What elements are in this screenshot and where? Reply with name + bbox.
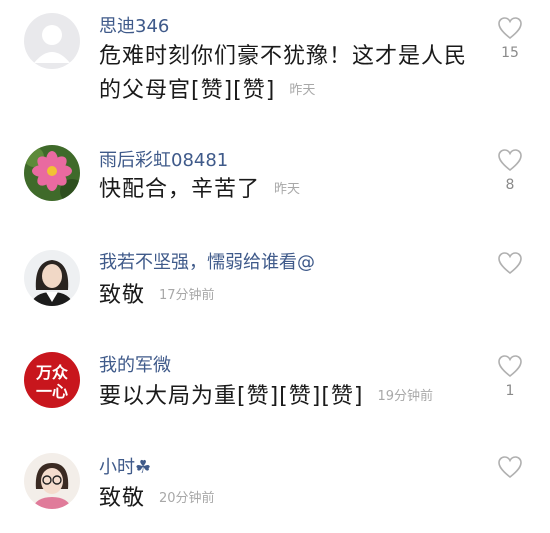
comment-item: 万众 一心 我的军微 要以大局为重[赞][赞][赞] 19分钟前 1 xyxy=(0,344,550,444)
woman-portrait-avatar-icon[interactable] xyxy=(24,250,80,306)
timestamp: 20分钟前 xyxy=(159,491,215,506)
heart-icon[interactable] xyxy=(497,251,523,275)
comment-item: 小时☘ 致敬 20分钟前 xyxy=(0,444,550,533)
girl-glasses-avatar-icon[interactable] xyxy=(24,453,80,509)
comment-text: 致敬 20分钟前 xyxy=(99,482,479,516)
like-count: 15 xyxy=(501,45,519,61)
comment-item: 我若不坚强，懦弱给谁看@ 致敬 17分钟前 xyxy=(0,232,550,344)
username[interactable]: 我的军微 xyxy=(99,351,171,377)
username[interactable]: 思迪346 xyxy=(99,12,169,38)
timestamp: 17分钟前 xyxy=(159,288,215,303)
comment-item: 思迪346 危难时刻你们豪不犹豫！这才是人民的父母官[赞][赞] 昨天 15 xyxy=(0,0,550,132)
comment-body: 致敬 xyxy=(99,283,146,308)
like-button[interactable] xyxy=(494,455,526,484)
heart-icon[interactable] xyxy=(497,354,523,378)
wanzhong-yixin-logo-avatar[interactable]: 万众 一心 xyxy=(24,352,80,408)
comment-item: 雨后彩虹08481 快配合，辛苦了 昨天 8 xyxy=(0,132,550,232)
heart-icon[interactable] xyxy=(497,16,523,40)
comment-text: 快配合，辛苦了 昨天 xyxy=(99,173,479,207)
comment-body: 快配合，辛苦了 xyxy=(99,177,261,202)
avatar-text-top: 万众 xyxy=(35,363,69,382)
timestamp: 19分钟前 xyxy=(377,389,434,404)
username[interactable]: 雨后彩虹08481 xyxy=(99,146,228,172)
comment-text: 危难时刻你们豪不犹豫！这才是人民的父母官[赞][赞] 昨天 xyxy=(99,40,479,108)
username[interactable]: 小时☘ xyxy=(99,453,151,479)
like-button[interactable] xyxy=(494,251,526,280)
avatar-text-bottom: 一心 xyxy=(36,382,68,401)
like-count: 1 xyxy=(505,383,515,399)
timestamp: 昨天 xyxy=(274,182,301,197)
comment-text: 致敬 17分钟前 xyxy=(99,279,479,313)
default-avatar-icon[interactable] xyxy=(24,13,80,69)
comment-body: 要以大局为重[赞][赞][赞] xyxy=(99,384,364,409)
heart-icon[interactable] xyxy=(497,455,523,479)
username[interactable]: 我若不坚强，懦弱给谁看@ xyxy=(99,248,315,274)
like-button[interactable]: 8 xyxy=(494,148,526,193)
timestamp: 昨天 xyxy=(289,83,316,98)
comment-body: 危难时刻你们豪不犹豫！这才是人民的父母官[赞][赞] xyxy=(99,44,468,103)
comment-body: 致敬 xyxy=(99,486,146,511)
pink-flower-avatar-icon[interactable] xyxy=(24,145,80,201)
heart-icon[interactable] xyxy=(497,148,523,172)
comment-text: 要以大局为重[赞][赞][赞] 19分钟前 xyxy=(99,380,479,414)
like-count: 8 xyxy=(505,177,515,193)
like-button[interactable]: 1 xyxy=(494,354,526,399)
like-button[interactable]: 15 xyxy=(494,16,526,61)
